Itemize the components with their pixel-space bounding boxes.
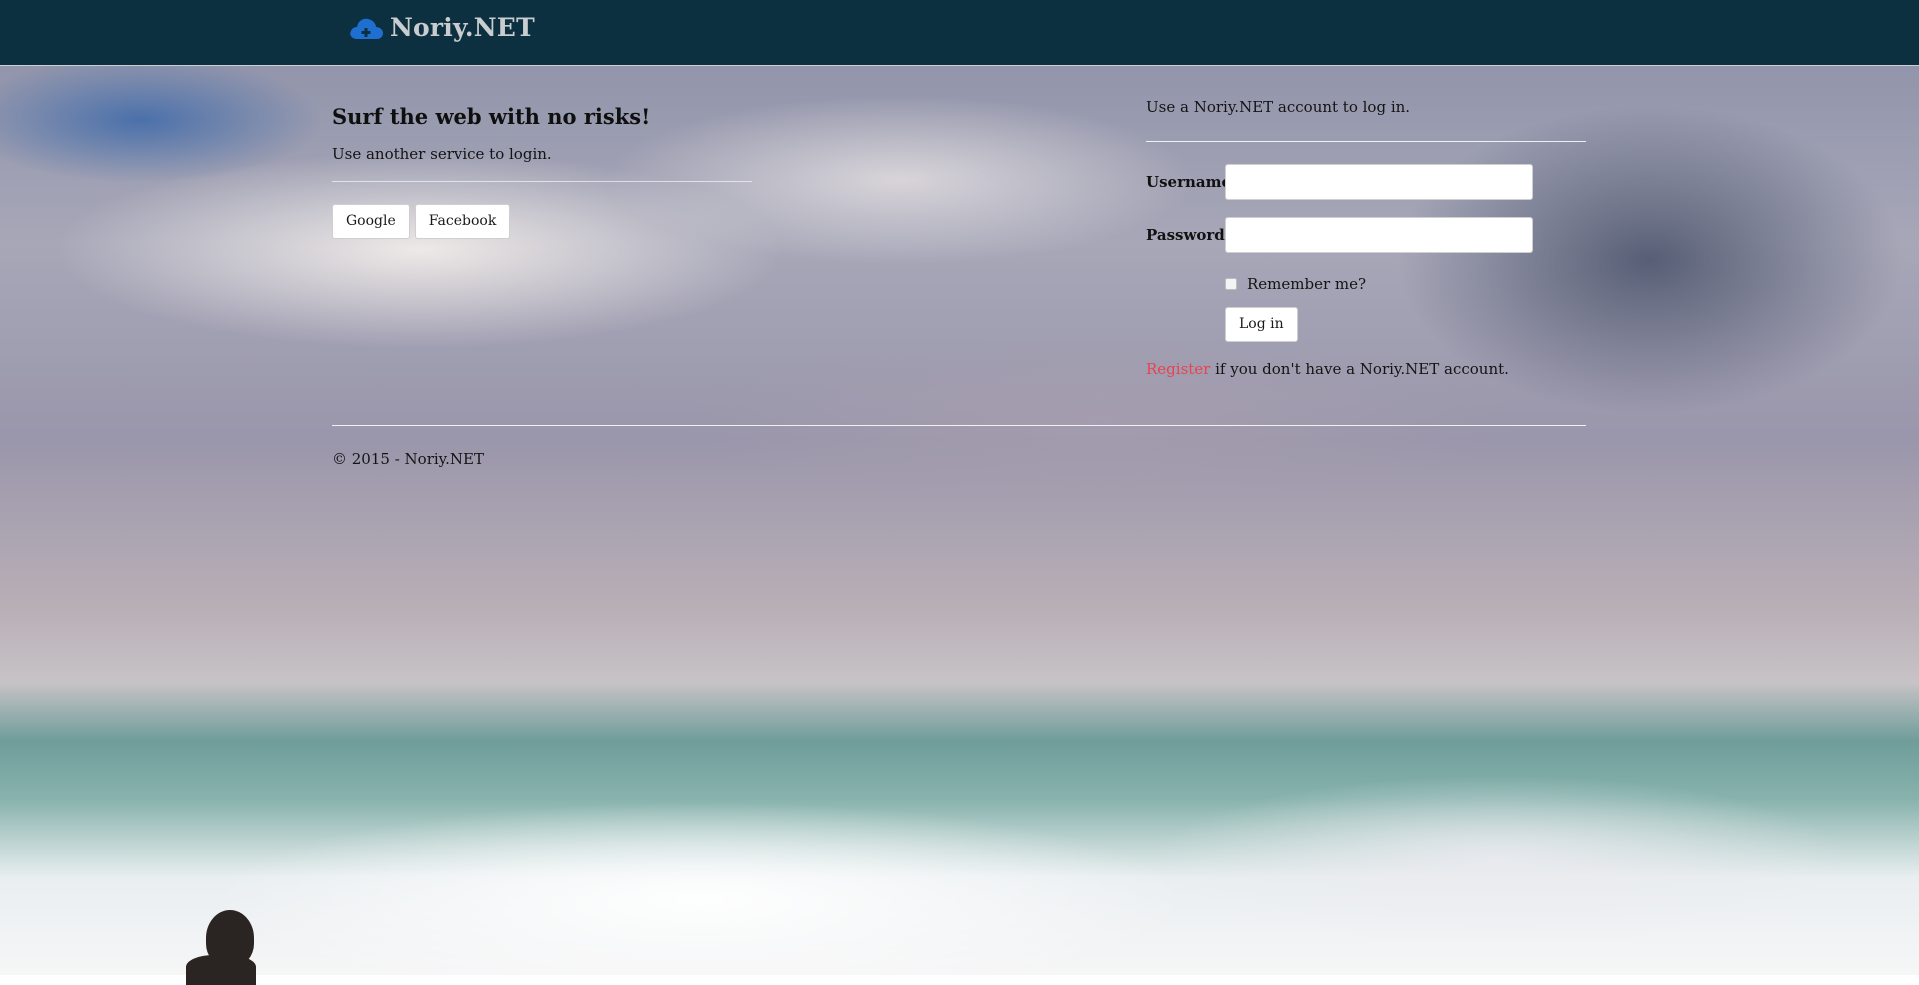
google-login-button[interactable]: Google bbox=[332, 204, 410, 239]
footer-divider bbox=[332, 425, 1586, 426]
local-login-section: Use a Noriy.NET account to log in. Usern… bbox=[1146, 98, 1586, 378]
divider bbox=[1146, 141, 1586, 142]
surfer-silhouette-body bbox=[186, 955, 256, 985]
cloud-plus-icon bbox=[350, 18, 383, 39]
local-login-intro: Use a Noriy.NET account to log in. bbox=[1146, 98, 1411, 116]
background-image bbox=[0, 0, 1919, 985]
register-line: Register if you don't have a Noriy.NET a… bbox=[1146, 360, 1586, 378]
navbar: Noriy.NET bbox=[0, 0, 1919, 66]
external-login-section: Surf the web with no risks! Use another … bbox=[332, 104, 752, 239]
password-input[interactable] bbox=[1225, 217, 1533, 253]
external-login-buttons: Google Facebook bbox=[332, 204, 752, 239]
username-row: Username bbox=[1146, 164, 1586, 200]
page-heading: Surf the web with no risks! bbox=[332, 104, 651, 129]
password-row: Password bbox=[1146, 217, 1586, 253]
remember-me-row: Remember me? bbox=[1225, 275, 1586, 293]
divider bbox=[332, 181, 752, 182]
brand-link[interactable]: Noriy.NET bbox=[348, 13, 535, 42]
register-link[interactable]: Register bbox=[1146, 360, 1210, 378]
remember-me-checkbox[interactable] bbox=[1225, 278, 1237, 290]
remember-me-label[interactable]: Remember me? bbox=[1247, 275, 1366, 293]
external-login-subtext: Use another service to login. bbox=[332, 145, 552, 163]
footer-copyright: © 2015 - Noriy.NET bbox=[332, 450, 484, 468]
password-label: Password bbox=[1146, 226, 1225, 244]
username-input[interactable] bbox=[1225, 164, 1533, 200]
login-button[interactable]: Log in bbox=[1225, 307, 1298, 342]
username-label: Username bbox=[1146, 173, 1232, 191]
facebook-login-button[interactable]: Facebook bbox=[414, 204, 511, 239]
brand-name: Noriy.NET bbox=[390, 13, 535, 42]
register-text: if you don't have a Noriy.NET account. bbox=[1210, 360, 1509, 378]
